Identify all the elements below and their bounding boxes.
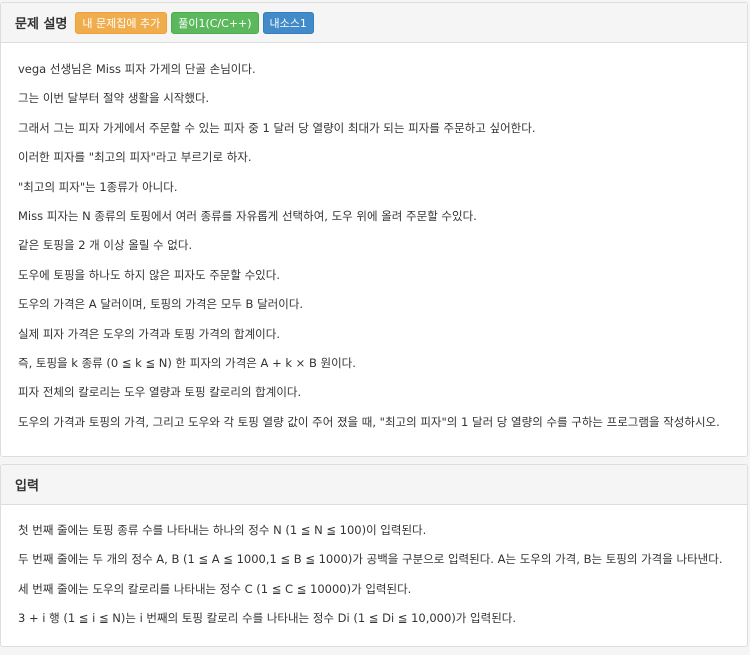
description-line: 도우의 가격과 토핑의 가격, 그리고 도우와 각 토핑 열량 값이 주어 졌을… <box>18 414 720 429</box>
description-line: 이러한 피자를 "최고의 피자"라고 부르기로 하자. <box>18 150 252 165</box>
description-line: 같은 토핑을 2 개 이상 올릴 수 없다. <box>18 238 193 253</box>
problem-description-body: vega 선생님은 Miss 피자 가게의 단골 손님이다. 그는 이번 달부터… <box>1 43 747 437</box>
description-line: Miss 피자는 N 종류의 토핑에서 여러 종류를 자유롭게 선택하여, 도우… <box>18 209 477 224</box>
input-panel: 입력 첫 번째 줄에는 토핑 종류 수를 나타내는 하나의 정수 N (1 ≦ … <box>0 464 748 647</box>
my-source-button[interactable]: 내소스1 <box>262 11 314 34</box>
panel-title: 문제 설명 <box>15 17 68 32</box>
input-line: 세 번째 줄에는 도우의 칼로리를 나타내는 정수 C (1 ≦ C ≦ 100… <box>18 581 412 596</box>
description-line: vega 선생님은 Miss 피자 가게의 단골 손님이다. <box>18 62 256 76</box>
add-to-collection-button[interactable]: 내 문제집에 추가 <box>75 11 168 34</box>
panel-title: 입력 <box>15 479 39 494</box>
description-line: 도우의 가격은 A 달러이며, 토핑의 가격은 모두 B 달러이다. <box>18 297 304 312</box>
description-line: 도우에 토핑을 하나도 하지 않은 피자도 주문할 수있다. <box>18 267 281 282</box>
page: 문제 설명 내 문제집에 추가 풀이1(C/C++) 내소스1 vega 선생님… <box>0 0 750 655</box>
input-heading: 입력 <box>1 465 747 505</box>
input-line: 3 + i 행 (1 ≦ i ≦ N)는 i 번째의 토핑 칼로리 수를 나타내… <box>18 611 517 626</box>
description-line: "최고의 피자"는 1종류가 아니다. <box>18 179 178 194</box>
solution-button[interactable]: 풀이1(C/C++) <box>171 11 259 34</box>
input-body: 첫 번째 줄에는 토핑 종류 수를 나타내는 하나의 정수 N (1 ≦ N ≦… <box>1 505 747 634</box>
description-line: 실제 피자 가격은 도우의 가격과 토핑 가격의 합계이다. <box>18 326 281 341</box>
description-line: 그는 이번 달부터 절약 생활을 시작했다. <box>18 91 210 106</box>
input-line: 첫 번째 줄에는 토핑 종류 수를 나타내는 하나의 정수 N (1 ≦ N ≦… <box>18 523 427 537</box>
description-line: 즉, 토핑을 k 종류 (0 ≦ k ≦ N) 한 피자의 가격은 A + k … <box>18 356 356 371</box>
description-line: 피자 전체의 칼로리는 도우 열량과 토핑 칼로리의 합계이다. <box>18 385 302 400</box>
problem-description-panel: 문제 설명 내 문제집에 추가 풀이1(C/C++) 내소스1 vega 선생님… <box>0 2 748 457</box>
input-line: 두 번째 줄에는 두 개의 정수 A, B (1 ≦ A ≦ 1000,1 ≦ … <box>18 552 723 567</box>
problem-description-heading: 문제 설명 내 문제집에 추가 풀이1(C/C++) 내소스1 <box>1 3 747 43</box>
description-line: 그래서 그는 피자 가게에서 주문할 수 있는 피자 중 1 달러 당 열량이 … <box>18 120 536 135</box>
